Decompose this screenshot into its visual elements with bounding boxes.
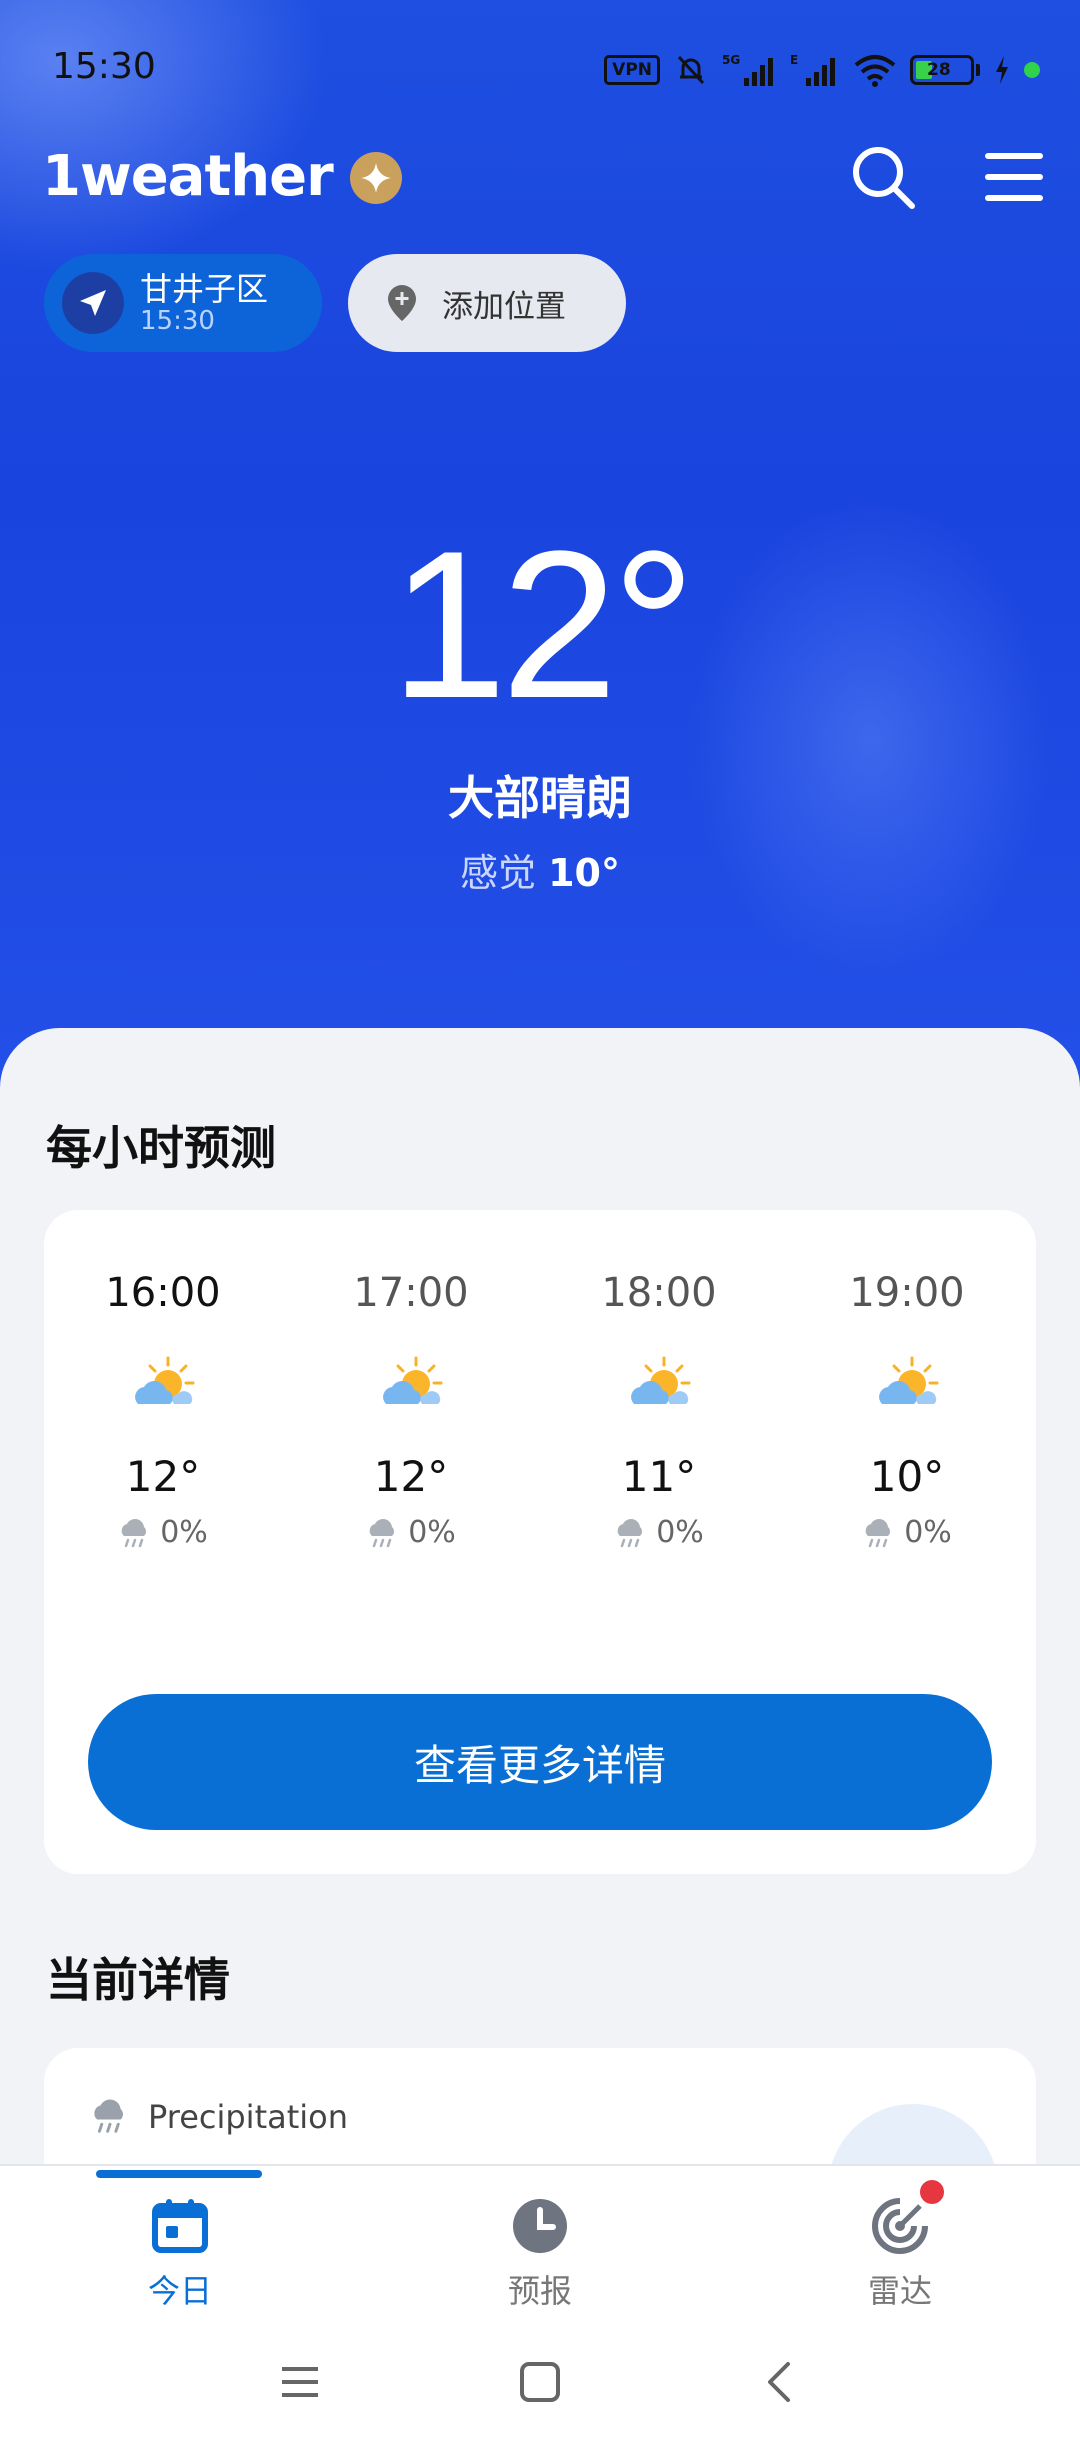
location-time: 15:30 bbox=[140, 306, 215, 336]
privacy-indicator-dot bbox=[1024, 62, 1040, 78]
feels-like: 感觉 10° bbox=[0, 842, 1080, 897]
hour-temperature: 12° bbox=[125, 1452, 201, 1501]
rain-cloud-icon bbox=[121, 1518, 147, 1547]
feels-like-label: 感觉 bbox=[460, 851, 537, 895]
precip-value: 0% bbox=[656, 1515, 704, 1550]
hour-precipitation: 0% bbox=[792, 1515, 1022, 1550]
status-bar: 15:30 VPN 5G E 28 bbox=[0, 0, 1080, 130]
partly-sunny-icon bbox=[135, 1356, 195, 1404]
status-icons: VPN 5G E 28 bbox=[604, 50, 1040, 90]
calendar-icon bbox=[152, 2199, 208, 2253]
current-details-title: 当前详情 bbox=[46, 1953, 230, 2007]
wifi-icon bbox=[854, 55, 896, 87]
status-time: 15:30 bbox=[52, 46, 156, 87]
radar-icon bbox=[872, 2198, 928, 2254]
hourly-item[interactable]: 19:00 10° 0% bbox=[792, 1270, 1022, 1550]
hourly-item[interactable]: 16:00 12° 0% bbox=[48, 1270, 278, 1550]
precipitation-label: Precipitation bbox=[148, 2098, 349, 2136]
hourly-forecast-card: 16:00 12° 0% 17:00 12° 0% 18:00 11° 0% 1… bbox=[44, 1210, 1036, 1874]
location-chip-current[interactable]: 甘井子区 15:30 bbox=[44, 254, 322, 352]
vpn-icon: VPN bbox=[604, 55, 660, 85]
nav-label-radar: 雷达 bbox=[867, 2272, 932, 2310]
precip-value: 0% bbox=[160, 1515, 208, 1550]
battery-level: 28 bbox=[927, 60, 951, 80]
view-more-details-button[interactable]: 查看更多详情 bbox=[88, 1694, 992, 1830]
add-location-button[interactable]: 添加位置 bbox=[348, 254, 626, 352]
rain-cloud-icon bbox=[617, 1518, 643, 1547]
precip-value: 0% bbox=[904, 1515, 952, 1550]
app-header: 1weather bbox=[0, 130, 1080, 230]
precip-value: 0% bbox=[408, 1515, 456, 1550]
hourly-item[interactable]: 18:00 11° 0% bbox=[544, 1270, 774, 1550]
navigation-arrow-icon bbox=[62, 272, 124, 334]
hour-precipitation: 0% bbox=[296, 1515, 526, 1550]
mute-bell-icon bbox=[677, 55, 705, 85]
current-condition: 大部晴朗 bbox=[448, 771, 632, 825]
clock-icon bbox=[513, 2199, 567, 2253]
recents-menu-icon[interactable] bbox=[278, 2360, 322, 2404]
bottom-navigation: 今日 预报 雷达 bbox=[0, 2164, 1080, 2460]
active-tab-indicator bbox=[96, 2170, 262, 2178]
hour-time: 16:00 bbox=[105, 1270, 221, 1316]
network-5g-label: 5G bbox=[722, 53, 740, 67]
partly-sunny-icon bbox=[879, 1356, 939, 1404]
partly-sunny-icon bbox=[383, 1356, 443, 1404]
nav-label-forecast: 预报 bbox=[507, 2272, 572, 2310]
hour-temperature: 11° bbox=[621, 1452, 697, 1501]
app-logo: 1weather bbox=[42, 144, 334, 209]
partly-sunny-icon bbox=[631, 1356, 691, 1404]
add-location-label: 添加位置 bbox=[442, 288, 566, 325]
hour-temperature: 10° bbox=[869, 1452, 945, 1501]
radar-notification-dot bbox=[920, 2180, 944, 2204]
location-name: 甘井子区 bbox=[140, 270, 269, 308]
nav-label-today: 今日 bbox=[147, 2272, 212, 2310]
hour-time: 17:00 bbox=[353, 1270, 469, 1316]
rain-cloud-icon bbox=[369, 1518, 395, 1547]
hour-precipitation: 0% bbox=[544, 1515, 774, 1550]
menu-icon[interactable] bbox=[984, 148, 1044, 206]
back-chevron-icon[interactable] bbox=[758, 2360, 802, 2404]
nav-item-radar[interactable]: 雷达 bbox=[800, 2196, 1000, 2312]
rain-cloud-icon bbox=[94, 2099, 123, 2133]
premium-star-icon[interactable] bbox=[350, 152, 402, 204]
battery-tip bbox=[976, 64, 980, 76]
battery-icon: 28 bbox=[910, 55, 974, 85]
network-e-label: E bbox=[790, 53, 798, 67]
nav-item-forecast[interactable]: 预报 bbox=[440, 2196, 640, 2312]
hour-temperature: 12° bbox=[373, 1452, 449, 1501]
signal-e-icon: E bbox=[790, 53, 835, 86]
location-pin-icon bbox=[388, 285, 416, 321]
hour-time: 19:00 bbox=[849, 1270, 965, 1316]
home-square-icon[interactable] bbox=[518, 2360, 562, 2404]
rain-cloud-icon bbox=[865, 1518, 891, 1547]
signal-5g-icon: 5G bbox=[722, 53, 773, 86]
search-icon[interactable] bbox=[850, 144, 916, 210]
hour-time: 18:00 bbox=[601, 1270, 717, 1316]
hourly-forecast-title: 每小时预测 bbox=[46, 1121, 276, 1175]
hour-precipitation: 0% bbox=[48, 1515, 278, 1550]
feels-like-value: 10° bbox=[548, 851, 620, 895]
current-temperature: 12° bbox=[390, 507, 696, 742]
charging-icon bbox=[996, 56, 1008, 84]
hourly-item[interactable]: 17:00 12° 0% bbox=[296, 1270, 526, 1550]
nav-item-today[interactable]: 今日 bbox=[80, 2196, 280, 2312]
